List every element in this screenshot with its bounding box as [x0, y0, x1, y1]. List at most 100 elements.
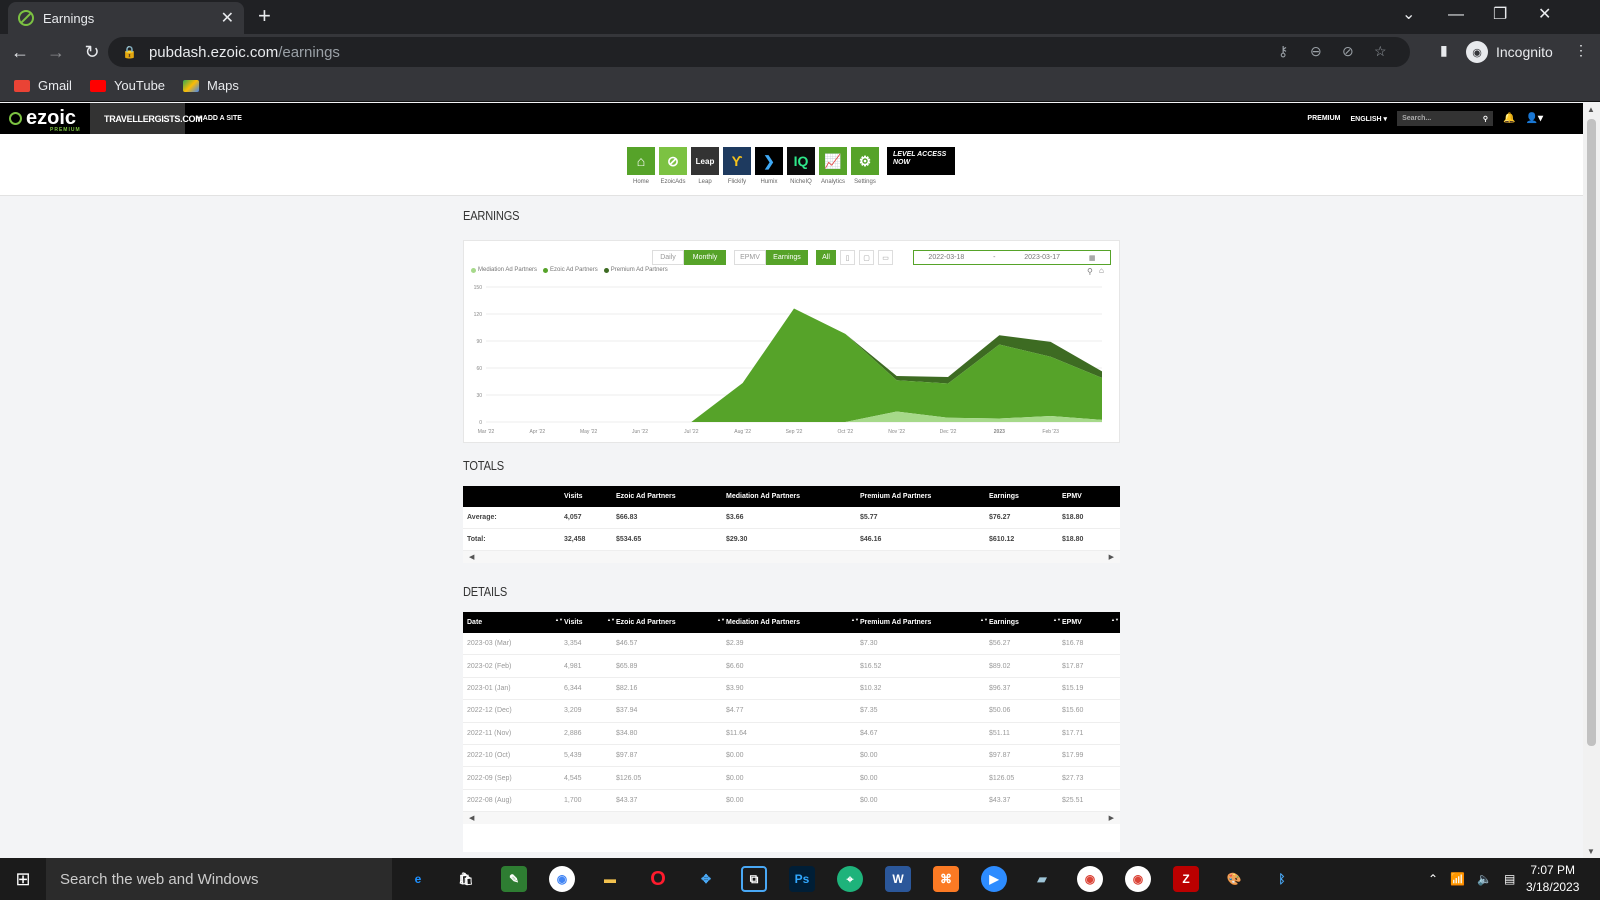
app-nicheiq[interactable]: IQ NicheIQ: [786, 147, 816, 188]
zoom-app-icon[interactable]: ▶: [981, 866, 1007, 892]
browser-tab[interactable]: Earnings ✕: [8, 2, 244, 34]
app-flickify[interactable]: ϒ Flickify: [722, 147, 752, 188]
restore-icon[interactable]: ❐: [1493, 4, 1507, 26]
taskbar-clock[interactable]: 7:07 PM 3/18/2023: [1526, 862, 1579, 896]
all-toggle[interactable]: All: [816, 250, 836, 265]
paint-icon[interactable]: 🎨: [1221, 866, 1247, 892]
minimize-icon[interactable]: —: [1448, 4, 1464, 26]
language-dropdown[interactable]: ENGLISH ▾: [1350, 115, 1387, 123]
scroll-right-icon[interactable]: ▶: [1109, 814, 1114, 822]
tab-search-icon[interactable]: ⌄: [1402, 4, 1415, 26]
epmv-toggle[interactable]: EPMV: [734, 250, 766, 265]
column-header[interactable]: Ezoic Ad Partners: [616, 619, 676, 626]
sort-icon[interactable]: ▲▼: [607, 617, 615, 622]
sort-icon[interactable]: ▲▼: [555, 617, 563, 622]
volume-icon[interactable]: 🔈: [1477, 872, 1492, 886]
chrome-icon[interactable]: ◉: [549, 866, 575, 892]
sort-icon[interactable]: ▲▼: [1053, 617, 1061, 622]
filezilla-icon[interactable]: Z: [1173, 866, 1199, 892]
legend-item[interactable]: Mediation Ad Partners: [471, 267, 537, 273]
monthly-toggle[interactable]: Monthly: [684, 250, 726, 265]
user-icon[interactable]: 👤▾: [1526, 113, 1543, 124]
earnings-toggle[interactable]: Earnings: [766, 250, 808, 265]
column-header[interactable]: Date: [467, 619, 482, 626]
bell-icon[interactable]: 🔔: [1503, 113, 1515, 124]
reset-zoom-icon[interactable]: ⌂: [1099, 266, 1104, 275]
scroll-down-icon[interactable]: ▼: [1587, 847, 1595, 856]
app-ezoicads[interactable]: ⊘ EzoicAds: [658, 147, 688, 188]
date-range-picker[interactable]: 2022-03-18 - 2023-03-17 ▦: [913, 250, 1111, 265]
mobile-icon[interactable]: ▯: [840, 250, 855, 265]
sort-icon[interactable]: ▲▼: [1111, 617, 1119, 622]
chrome-profile-d-icon[interactable]: ◉: [1077, 866, 1103, 892]
photoshop-icon[interactable]: Ps: [789, 866, 815, 892]
site-search-input[interactable]: Search... ⚲: [1397, 111, 1494, 126]
side-panel-icon[interactable]: ▮: [1440, 42, 1448, 59]
scrollbar-thumb[interactable]: [1587, 119, 1596, 746]
column-header[interactable]: Mediation Ad Partners: [726, 619, 800, 626]
sort-icon[interactable]: ▲▼: [717, 617, 725, 622]
scroll-right-icon[interactable]: ▶: [1109, 553, 1114, 561]
column-header[interactable]: Earnings: [989, 619, 1019, 626]
horizontal-scrollbar[interactable]: ◀ ▶: [463, 551, 1120, 563]
close-tab-icon[interactable]: ✕: [221, 8, 234, 28]
incognito-profile[interactable]: ◉ Incognito: [1466, 37, 1553, 67]
store-icon[interactable]: 🛍: [453, 866, 479, 892]
page-scrollbar[interactable]: ▲ ▼: [1583, 103, 1600, 858]
app-home[interactable]: ⌂ Home: [626, 147, 656, 188]
taskbar-search[interactable]: Search the web and Windows: [46, 858, 392, 900]
daily-toggle[interactable]: Daily: [652, 250, 684, 265]
notifications-icon[interactable]: ▤: [1504, 872, 1515, 886]
search-icon[interactable]: ⚲: [1483, 115, 1488, 123]
chrome-profile-a-icon[interactable]: ◉: [1125, 866, 1151, 892]
sort-icon[interactable]: ▲▼: [851, 617, 859, 622]
reload-icon[interactable]: ↻: [76, 42, 108, 63]
close-window-icon[interactable]: ✕: [1538, 4, 1551, 26]
app-analytics[interactable]: 📈 Analytics: [818, 147, 848, 188]
column-header[interactable]: Premium Ad Partners: [860, 619, 931, 626]
tablet-icon[interactable]: ▢: [859, 250, 874, 265]
tray-chevron-icon[interactable]: ⌃: [1428, 872, 1438, 886]
notes-icon[interactable]: ✎: [501, 866, 527, 892]
site-selector-button[interactable]: TRAVELLERGISTS.COM: [90, 103, 203, 134]
new-tab-icon[interactable]: +: [258, 4, 271, 28]
scroll-left-icon[interactable]: ◀: [469, 814, 474, 822]
bookmark-gmail[interactable]: Gmail: [14, 78, 72, 93]
app-humix[interactable]: ❯ Humix: [754, 147, 784, 188]
tablet-app-icon[interactable]: ▰: [1029, 866, 1055, 892]
windows-start-icon[interactable]: ⊞: [0, 858, 46, 900]
eye-off-icon[interactable]: ⊘: [1342, 43, 1354, 60]
edge-icon[interactable]: e: [405, 866, 431, 892]
scroll-left-icon[interactable]: ◀: [469, 553, 474, 561]
add-site-link[interactable]: + ADD A SITE: [197, 115, 242, 122]
ezoic-logo[interactable]: ezoic PREMIUM: [0, 107, 90, 133]
bookmark-maps[interactable]: Maps: [183, 78, 239, 93]
back-icon[interactable]: ←: [4, 42, 36, 63]
network-icon[interactable]: 📶: [1450, 872, 1465, 886]
app-window-icon[interactable]: ⧉: [741, 866, 767, 892]
zoom-icon[interactable]: ⊖: [1310, 43, 1322, 60]
menu-icon[interactable]: ⋮: [1574, 42, 1588, 59]
word-icon[interactable]: W: [885, 866, 911, 892]
column-header[interactable]: Visits: [564, 619, 583, 626]
column-header[interactable]: EPMV: [1062, 619, 1082, 626]
legend-item[interactable]: Ezoic Ad Partners: [543, 267, 598, 273]
opera-icon[interactable]: O: [645, 866, 671, 892]
star-icon[interactable]: ☆: [1374, 43, 1387, 60]
horizontal-scrollbar[interactable]: ◀ ▶: [463, 812, 1120, 825]
file-explorer-icon[interactable]: ▬: [597, 866, 623, 892]
bookmark-youtube[interactable]: YouTube: [89, 78, 165, 93]
forward-icon[interactable]: →: [40, 42, 72, 63]
address-bar[interactable]: 🔒 pubdash.ezoic.com/earnings ⚷ ⊖ ⊘ ☆: [108, 37, 1410, 67]
xampp-icon[interactable]: ⌘: [933, 866, 959, 892]
desktop-icon[interactable]: ▭: [878, 250, 893, 265]
premium-link[interactable]: PREMIUM: [1307, 115, 1340, 122]
scroll-up-icon[interactable]: ▲: [1587, 105, 1595, 114]
key-icon[interactable]: ⚷: [1278, 43, 1288, 60]
app-leap[interactable]: Leap Leap: [690, 147, 720, 188]
app-settings[interactable]: ⚙ Settings: [850, 147, 880, 188]
paw-app-icon[interactable]: ✥: [693, 866, 719, 892]
maps-app-icon[interactable]: ⌖: [837, 866, 863, 892]
zoom-in-icon[interactable]: ⚲: [1087, 267, 1093, 276]
bluetooth-icon[interactable]: ᛒ: [1269, 866, 1295, 892]
